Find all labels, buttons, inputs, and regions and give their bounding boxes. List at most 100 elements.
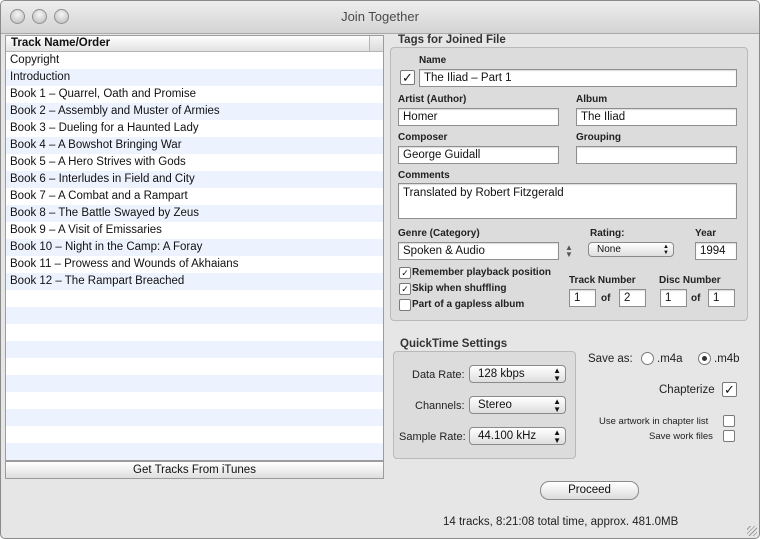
disc-of-label: of [691, 293, 701, 304]
channels-label: Channels: [415, 400, 465, 412]
composer-field[interactable]: George Guidall [398, 146, 559, 164]
genre-field[interactable]: Spoken & Audio [398, 242, 559, 260]
checkmark-icon: ✓ [402, 70, 413, 85]
track-row[interactable]: Book 2 – Assembly and Muster of Armies [6, 103, 383, 120]
track-row[interactable] [6, 443, 383, 460]
year-field[interactable]: 1994 [695, 242, 737, 260]
disc-total-field[interactable]: 1 [708, 289, 735, 307]
skip-shuffling-label: Skip when shuffling [412, 283, 507, 294]
header-corner [369, 36, 383, 51]
track-total-field[interactable]: 2 [619, 289, 646, 307]
track-row[interactable]: Book 10 – Night in the Camp: A Foray [6, 239, 383, 256]
track-of-label: of [601, 293, 611, 304]
sample-rate-popup[interactable]: 44.100 kHz ▲ ▼ [469, 427, 566, 445]
rating-value: None [597, 244, 621, 255]
track-row[interactable]: Book 5 – A Hero Strives with Gods [6, 154, 383, 171]
data-rate-popup[interactable]: 128 kbps ▲ ▼ [469, 365, 566, 383]
get-tracks-from-itunes-button[interactable]: Get Tracks From iTunes [5, 461, 384, 479]
genre-label: Genre (Category) [398, 228, 480, 239]
save-work-files-checkbox[interactable] [723, 430, 735, 442]
data-rate-label: Data Rate: [412, 369, 465, 381]
popup-arrows-icon: ▲ ▼ [553, 397, 561, 414]
track-list[interactable]: Track Name/Order Copyright Introduction Bo… [5, 35, 384, 461]
use-artwork-label: Use artwork in chapter list [599, 416, 709, 427]
grouping-label: Grouping [576, 132, 621, 143]
track-row[interactable] [6, 409, 383, 426]
track-list-header[interactable]: Track Name/Order [6, 36, 383, 52]
track-row[interactable]: Book 6 – Interludes in Field and City [6, 171, 383, 188]
checkmark-icon: ✓ [724, 382, 735, 397]
track-row[interactable]: Book 8 – The Battle Swayed by Zeus [6, 205, 383, 222]
track-row[interactable]: Book 3 – Dueling for a Haunted Lady [6, 120, 383, 137]
sample-rate-label: Sample Rate: [399, 431, 466, 443]
artist-label: Artist (Author) [398, 94, 467, 105]
use-artwork-checkbox[interactable] [723, 415, 735, 427]
comments-label: Comments [398, 170, 450, 181]
track-row[interactable]: Introduction [6, 69, 383, 86]
save-work-files-label: Save work files [649, 431, 713, 442]
composer-label: Composer [398, 132, 448, 143]
m4b-label: .m4b [714, 353, 740, 365]
remember-playback-label: Remember playback position [412, 267, 551, 278]
gapless-album-checkbox[interactable] [399, 299, 411, 311]
track-row[interactable] [6, 307, 383, 324]
track-row[interactable] [6, 375, 383, 392]
track-row[interactable]: Copyright [6, 52, 383, 69]
track-number-label: Track Number [569, 275, 636, 286]
tags-section-title: Tags for Joined File [398, 34, 506, 46]
track-row[interactable] [6, 358, 383, 375]
track-row[interactable] [6, 324, 383, 341]
track-row[interactable]: Book 7 – A Combat and a Rampart [6, 188, 383, 205]
track-row[interactable]: Book 12 – The Rampart Breached [6, 273, 383, 290]
rating-label: Rating: [590, 228, 625, 239]
sample-rate-value: 44.100 kHz [478, 430, 537, 442]
checkmark-icon: ✓ [401, 268, 409, 278]
status-summary: 14 tracks, 8:21:08 total time, approx. 4… [443, 516, 679, 528]
disc-number-field[interactable]: 1 [660, 289, 687, 307]
year-label: Year [695, 228, 717, 239]
album-field[interactable]: The Iliad [576, 108, 737, 126]
resize-grip-icon[interactable] [747, 526, 757, 536]
album-label: Album [576, 94, 608, 105]
name-label: Name [419, 55, 447, 66]
proceed-button[interactable]: Proceed [540, 481, 639, 500]
quicktime-section-title: QuickTime Settings [400, 338, 508, 350]
track-row[interactable] [6, 426, 383, 443]
grouping-field[interactable] [576, 146, 737, 164]
chapterize-checkbox[interactable]: ✓ [722, 382, 737, 397]
m4a-radio[interactable] [641, 352, 654, 365]
popup-arrows-icon: ▲ ▼ [663, 244, 669, 256]
channels-popup[interactable]: Stereo ▲ ▼ [469, 396, 566, 414]
track-row[interactable] [6, 392, 383, 409]
genre-stepper-icon[interactable]: ▲ ▼ [565, 244, 573, 259]
save-as-label: Save as: [588, 353, 633, 365]
data-rate-value: 128 kbps [478, 368, 525, 380]
checkmark-icon: ✓ [401, 284, 409, 294]
name-checkbox[interactable]: ✓ [400, 70, 415, 85]
track-row[interactable]: Book 9 – A Visit of Emissaries [6, 222, 383, 239]
track-row[interactable]: Book 4 – A Bowshot Bringing War [6, 137, 383, 154]
track-row[interactable] [6, 341, 383, 358]
name-field[interactable]: The Iliad – Part 1 [419, 69, 737, 87]
chapterize-label: Chapterize [659, 384, 715, 396]
disc-number-label: Disc Number [659, 275, 721, 286]
m4a-label: .m4a [657, 353, 683, 365]
track-row[interactable] [6, 290, 383, 307]
comments-field[interactable]: Translated by Robert Fitzgerald [398, 183, 737, 219]
remember-playback-checkbox[interactable]: ✓ [399, 267, 411, 279]
track-row[interactable]: Book 11 – Prowess and Wounds of Akhaians [6, 256, 383, 273]
popup-arrows-icon: ▲ ▼ [553, 428, 561, 445]
skip-shuffling-checkbox[interactable]: ✓ [399, 283, 411, 295]
track-number-field[interactable]: 1 [569, 289, 596, 307]
rating-popup[interactable]: None ▲ ▼ [588, 242, 674, 257]
track-name-column-header[interactable]: Track Name/Order [11, 37, 110, 49]
window-title: Join Together [341, 9, 419, 24]
track-rows: Copyright Introduction Book 1 – Quarrel, O… [6, 52, 383, 460]
app-window: Join Together Track Name/Order Copyright… [0, 0, 760, 539]
artist-field[interactable]: Homer [398, 108, 559, 126]
channels-value: Stereo [478, 399, 512, 411]
m4b-radio[interactable] [698, 352, 711, 365]
track-row[interactable]: Book 1 – Quarrel, Oath and Promise [6, 86, 383, 103]
gapless-album-label: Part of a gapless album [412, 299, 525, 310]
popup-arrows-icon: ▲ ▼ [553, 366, 561, 383]
